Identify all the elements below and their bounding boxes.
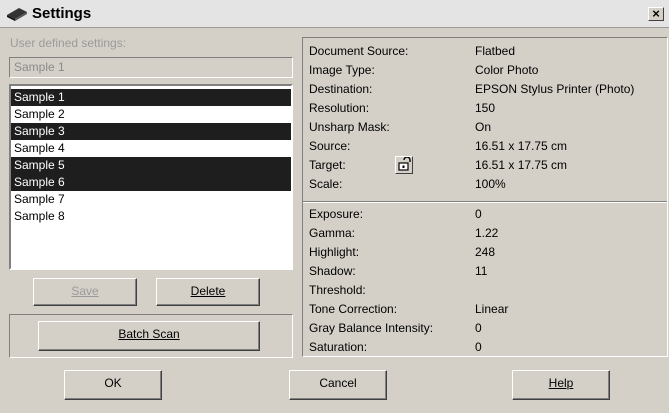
save-button-label: Save xyxy=(71,284,99,298)
setting-name-field[interactable]: Sample 1 xyxy=(9,57,293,78)
close-button[interactable]: × xyxy=(648,7,664,21)
lock-icon xyxy=(398,156,411,171)
list-item[interactable]: Sample 7 xyxy=(11,191,291,208)
info-value: 1.22 xyxy=(475,226,499,240)
help-button[interactable]: Help xyxy=(512,370,610,400)
info-key: Tone Correction: xyxy=(309,302,398,316)
list-item[interactable]: Sample 6 xyxy=(11,174,291,191)
info-key: Threshold: xyxy=(309,283,366,297)
settings-list[interactable]: Sample 1 Sample 2 Sample 3 Sample 4 Samp… xyxy=(9,84,293,270)
info-key: Source: xyxy=(309,139,351,153)
info-value: On xyxy=(475,120,492,134)
info-key: Scale: xyxy=(309,177,343,191)
info-key: Saturation: xyxy=(309,340,368,354)
info-key: Gamma: xyxy=(309,226,356,240)
help-button-label: Help xyxy=(548,376,574,390)
info-value: 16.51 x 17.75 cm xyxy=(475,139,568,153)
info-key: Exposure: xyxy=(309,207,364,221)
cancel-button-label: Cancel xyxy=(319,376,357,390)
info-key: Unsharp Mask: xyxy=(309,120,390,134)
list-item[interactable]: Sample 1 xyxy=(11,89,291,106)
ok-button-label: OK xyxy=(104,376,122,390)
batch-scan-button[interactable]: Batch Scan xyxy=(38,321,260,351)
list-item[interactable]: Sample 2 xyxy=(11,106,291,123)
info-value: Linear xyxy=(475,302,509,316)
batch-scan-label: Batch Scan xyxy=(118,327,180,341)
info-key: Document Source: xyxy=(309,44,409,58)
info-value: 0 xyxy=(475,340,482,354)
user-defined-settings-label: User defined settings: xyxy=(10,36,127,50)
info-value: 248 xyxy=(475,245,496,259)
title-bar: Settings × xyxy=(0,0,669,28)
ok-button[interactable]: OK xyxy=(64,370,162,400)
info-key: Target: xyxy=(309,158,346,172)
info-key: Highlight: xyxy=(309,245,360,259)
scanner-icon xyxy=(7,8,27,21)
info-value: 100% xyxy=(475,177,506,191)
list-item[interactable]: Sample 3 xyxy=(11,123,291,140)
delete-button-label: Delete xyxy=(190,284,226,298)
info-key: Image Type: xyxy=(309,63,375,77)
info-value: 0 xyxy=(475,207,482,221)
delete-button[interactable]: Delete xyxy=(156,278,260,306)
list-item[interactable]: Sample 4 xyxy=(11,140,291,157)
info-divider xyxy=(303,201,667,203)
info-key: Destination: xyxy=(309,82,373,96)
cancel-button[interactable]: Cancel xyxy=(289,370,387,400)
info-value: 11 xyxy=(475,264,488,278)
info-value: EPSON Stylus Printer (Photo) xyxy=(475,82,635,96)
info-value: 16.51 x 17.75 cm xyxy=(475,158,568,172)
window-title: Settings xyxy=(32,5,92,22)
info-value: 0 xyxy=(475,321,482,335)
list-item[interactable]: Sample 8 xyxy=(11,208,291,225)
info-value: Flatbed xyxy=(475,44,516,58)
info-key: Resolution: xyxy=(309,101,370,115)
info-key: Gray Balance Intensity: xyxy=(309,321,434,335)
close-icon: × xyxy=(652,6,660,21)
list-item[interactable]: Sample 5 xyxy=(11,157,291,174)
lock-toggle-button[interactable] xyxy=(395,156,413,174)
settings-info-panel: Document Source: Flatbed Image Type: Color… xyxy=(302,37,668,357)
info-value: 150 xyxy=(475,101,496,115)
save-button[interactable]: Save xyxy=(33,278,137,306)
info-value: Color Photo xyxy=(475,63,539,77)
info-key: Shadow: xyxy=(309,264,356,278)
